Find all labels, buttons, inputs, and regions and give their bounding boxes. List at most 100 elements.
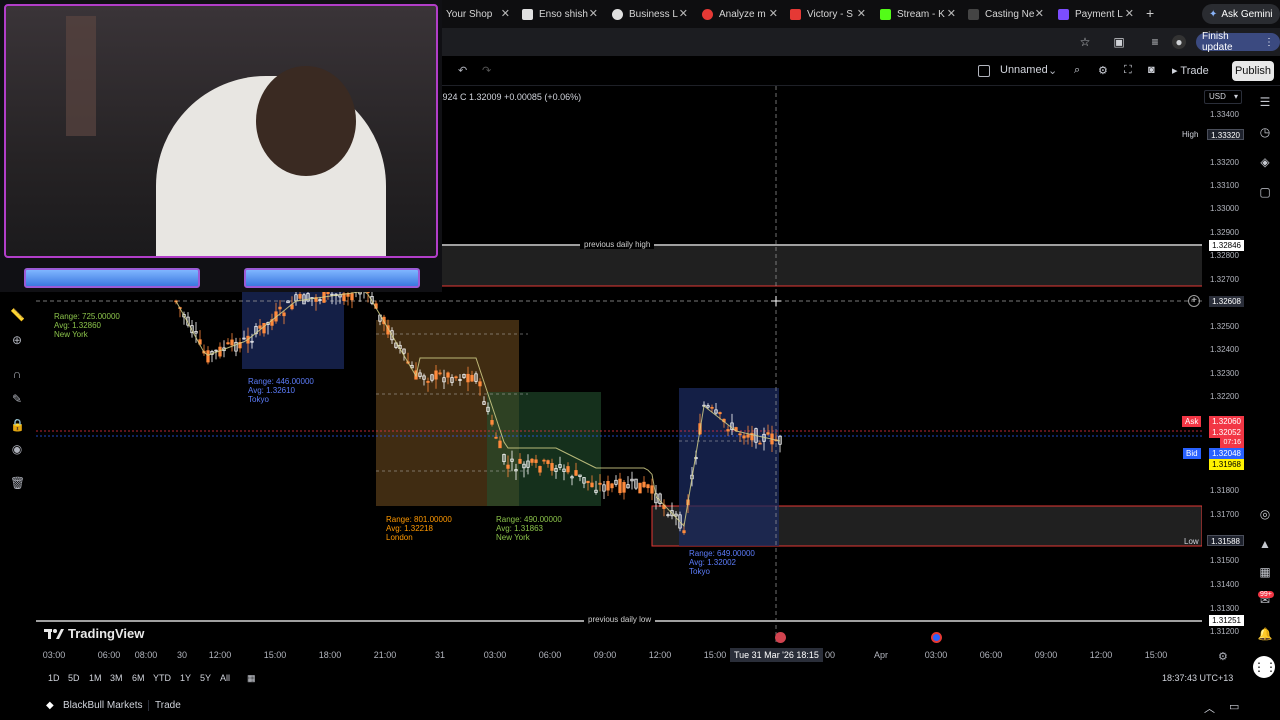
candle-body xyxy=(618,478,622,494)
close-icon[interactable]: ✕ xyxy=(1125,7,1134,20)
range-1m[interactable]: 1M xyxy=(89,673,102,683)
close-icon[interactable]: ✕ xyxy=(679,7,688,20)
lock-icon[interactable]: 🔒 xyxy=(10,418,25,432)
broker-logo-icon: ◆ xyxy=(46,700,54,711)
range-1y[interactable]: 1Y xyxy=(180,673,191,683)
price-tick: 1.33400 xyxy=(1210,110,1239,119)
price-tick: 1.32900 xyxy=(1210,228,1239,237)
browser-tab[interactable]: Analyze m ✕ xyxy=(702,4,778,24)
sidepanel-icon[interactable]: ▣ xyxy=(1112,35,1126,49)
browser-tab[interactable]: Stream - K ✕ xyxy=(880,4,956,24)
close-icon[interactable]: ✕ xyxy=(589,7,598,20)
trash-icon[interactable]: 🗑 xyxy=(10,476,25,490)
crosshair-plus-icon[interactable]: + xyxy=(1188,295,1200,307)
apps-grid-icon[interactable]: ⋮⋮ xyxy=(1253,656,1277,678)
extensions-icon[interactable]: ≡ xyxy=(1148,35,1162,49)
bell-icon[interactable]: 🔔 xyxy=(1257,626,1273,642)
ask-gemini-button[interactable]: ✦ Ask Gemini xyxy=(1202,4,1280,24)
time-tick: 30 xyxy=(176,650,188,660)
watchlist-icon[interactable]: ☰ xyxy=(1257,94,1273,110)
browser-tab[interactable]: Payment L ✕ xyxy=(1058,4,1134,24)
magnet-icon[interactable]: ∩ xyxy=(10,367,24,381)
profile-icon[interactable]: ● xyxy=(1172,35,1186,49)
chat-icon[interactable]: ▢ xyxy=(1257,184,1273,200)
alerts-clock-icon[interactable]: ◷ xyxy=(1257,124,1273,140)
price-tick: 1.32400 xyxy=(1210,345,1239,354)
publish-button[interactable]: Publish xyxy=(1232,61,1274,81)
tab-favicon-icon xyxy=(702,8,713,20)
close-icon[interactable]: ✕ xyxy=(501,7,510,20)
chart-header: ↶ ↷ Unnamed ⌄ ⌕ ⚙ ⛶ ◙ ▸ Trade xyxy=(440,56,1280,86)
close-icon[interactable]: ✕ xyxy=(947,7,956,20)
settings-icon[interactable]: ⚙ xyxy=(1098,64,1108,77)
range-ytd[interactable]: YTD xyxy=(153,673,171,683)
fullscreen-icon[interactable]: ⛶ xyxy=(1124,64,1132,77)
eye-icon[interactable]: ◉ xyxy=(10,442,24,456)
collapse-chevron-icon[interactable]: ︿ xyxy=(1204,700,1215,716)
layout-chevron-icon[interactable]: ⌄ xyxy=(1048,64,1057,77)
event-icon[interactable] xyxy=(775,632,786,643)
new-tab-button[interactable]: + xyxy=(1146,5,1154,21)
range-6m[interactable]: 6M xyxy=(132,673,145,683)
ruler-icon[interactable]: 📏 xyxy=(10,308,25,322)
range-5d[interactable]: 5D xyxy=(68,673,80,683)
price-tick: 1.32300 xyxy=(1210,369,1239,378)
search-icon[interactable]: ⌕ xyxy=(1074,64,1080,77)
time-tick: 21:00 xyxy=(373,650,397,660)
broker-name[interactable]: BlackBull Markets xyxy=(63,700,142,711)
range-5y[interactable]: 5Y xyxy=(200,673,211,683)
notification-badge: 99+ xyxy=(1258,591,1274,598)
calendar-icon[interactable]: ▦ xyxy=(247,673,256,684)
broker-trade-button[interactable]: Trade xyxy=(148,700,187,711)
time-tick: 06:00 xyxy=(97,650,121,660)
undo-icon[interactable]: ↶ xyxy=(458,64,467,77)
browser-tab[interactable]: Your Shop ✕ xyxy=(446,4,510,24)
time-axis[interactable]: 03:00 06:00 08:00 30 12:00 15:00 18:00 21:00 31 0… xyxy=(36,648,1202,664)
redo-icon[interactable]: ↷ xyxy=(482,64,491,77)
price-axis[interactable]: USD ▾ 1.33400 1.33200 1.33100 1.33000 1.3… xyxy=(1202,86,1248,642)
maximize-icon[interactable]: ▭ xyxy=(1229,700,1239,713)
range-1d[interactable]: 1D xyxy=(48,673,60,683)
browser-tab[interactable]: Casting Ne ✕ xyxy=(968,4,1044,24)
time-tick: 09:00 xyxy=(1034,650,1058,660)
currency-selector[interactable]: USD ▾ xyxy=(1204,90,1242,104)
rocket-icon[interactable]: ▲ xyxy=(1257,536,1273,552)
zoom-in-icon[interactable]: ⊕ xyxy=(10,333,24,347)
candle-body xyxy=(470,374,474,382)
tab-favicon-icon xyxy=(790,8,801,20)
range-all[interactable]: All xyxy=(220,673,230,683)
bookmark-star-icon[interactable]: ☆ xyxy=(1078,35,1092,49)
target-icon[interactable]: ◎ xyxy=(1257,506,1273,522)
ohlc-legend: .31924 C 1.32009 +0.00085 (+0.06%) xyxy=(430,92,582,102)
candle-body xyxy=(434,370,438,380)
candle-body xyxy=(622,482,626,493)
clock-label[interactable]: 18:37:43 UTC+13 xyxy=(1162,673,1233,683)
settings-gear-icon[interactable]: ⚙ xyxy=(1218,650,1228,663)
layout-name[interactable]: Unnamed xyxy=(1000,64,1048,76)
session-label-london: Range: 801.00000 Avg: 1.32218 London xyxy=(386,515,452,542)
finish-update-button[interactable]: Finish update ⋮ xyxy=(1196,31,1280,53)
candle-body xyxy=(598,482,602,485)
calendar-icon[interactable]: ▦ xyxy=(1257,564,1273,580)
price-tick: 1.31400 xyxy=(1210,580,1239,589)
candle-body xyxy=(478,381,482,387)
browser-tab[interactable]: Enso shish ✕ xyxy=(522,4,598,24)
close-icon[interactable]: ✕ xyxy=(1035,7,1044,20)
close-icon[interactable]: ✕ xyxy=(857,7,866,20)
flag-icon[interactable] xyxy=(931,632,942,643)
range-3m[interactable]: 3M xyxy=(110,673,123,683)
trade-button[interactable]: ▸ Trade xyxy=(1172,64,1209,77)
trade-label: Trade xyxy=(1180,65,1209,77)
layout-checkbox-icon[interactable] xyxy=(978,65,990,77)
tradingview-logo[interactable]: TradingView xyxy=(44,626,144,641)
pencil-icon[interactable]: ✎ xyxy=(10,392,24,406)
candle-body xyxy=(282,312,286,317)
browser-tab[interactable]: Victory - S ✕ xyxy=(790,4,866,24)
camera-icon[interactable]: ◙ xyxy=(1148,64,1155,76)
browser-tab[interactable]: Business L ✕ xyxy=(612,4,688,24)
bid-tag: Bid xyxy=(1183,448,1201,459)
close-icon[interactable]: ✕ xyxy=(769,7,778,20)
candle-body xyxy=(758,442,762,445)
layers-icon[interactable]: ◈ xyxy=(1257,154,1273,170)
candle-body xyxy=(506,464,510,469)
